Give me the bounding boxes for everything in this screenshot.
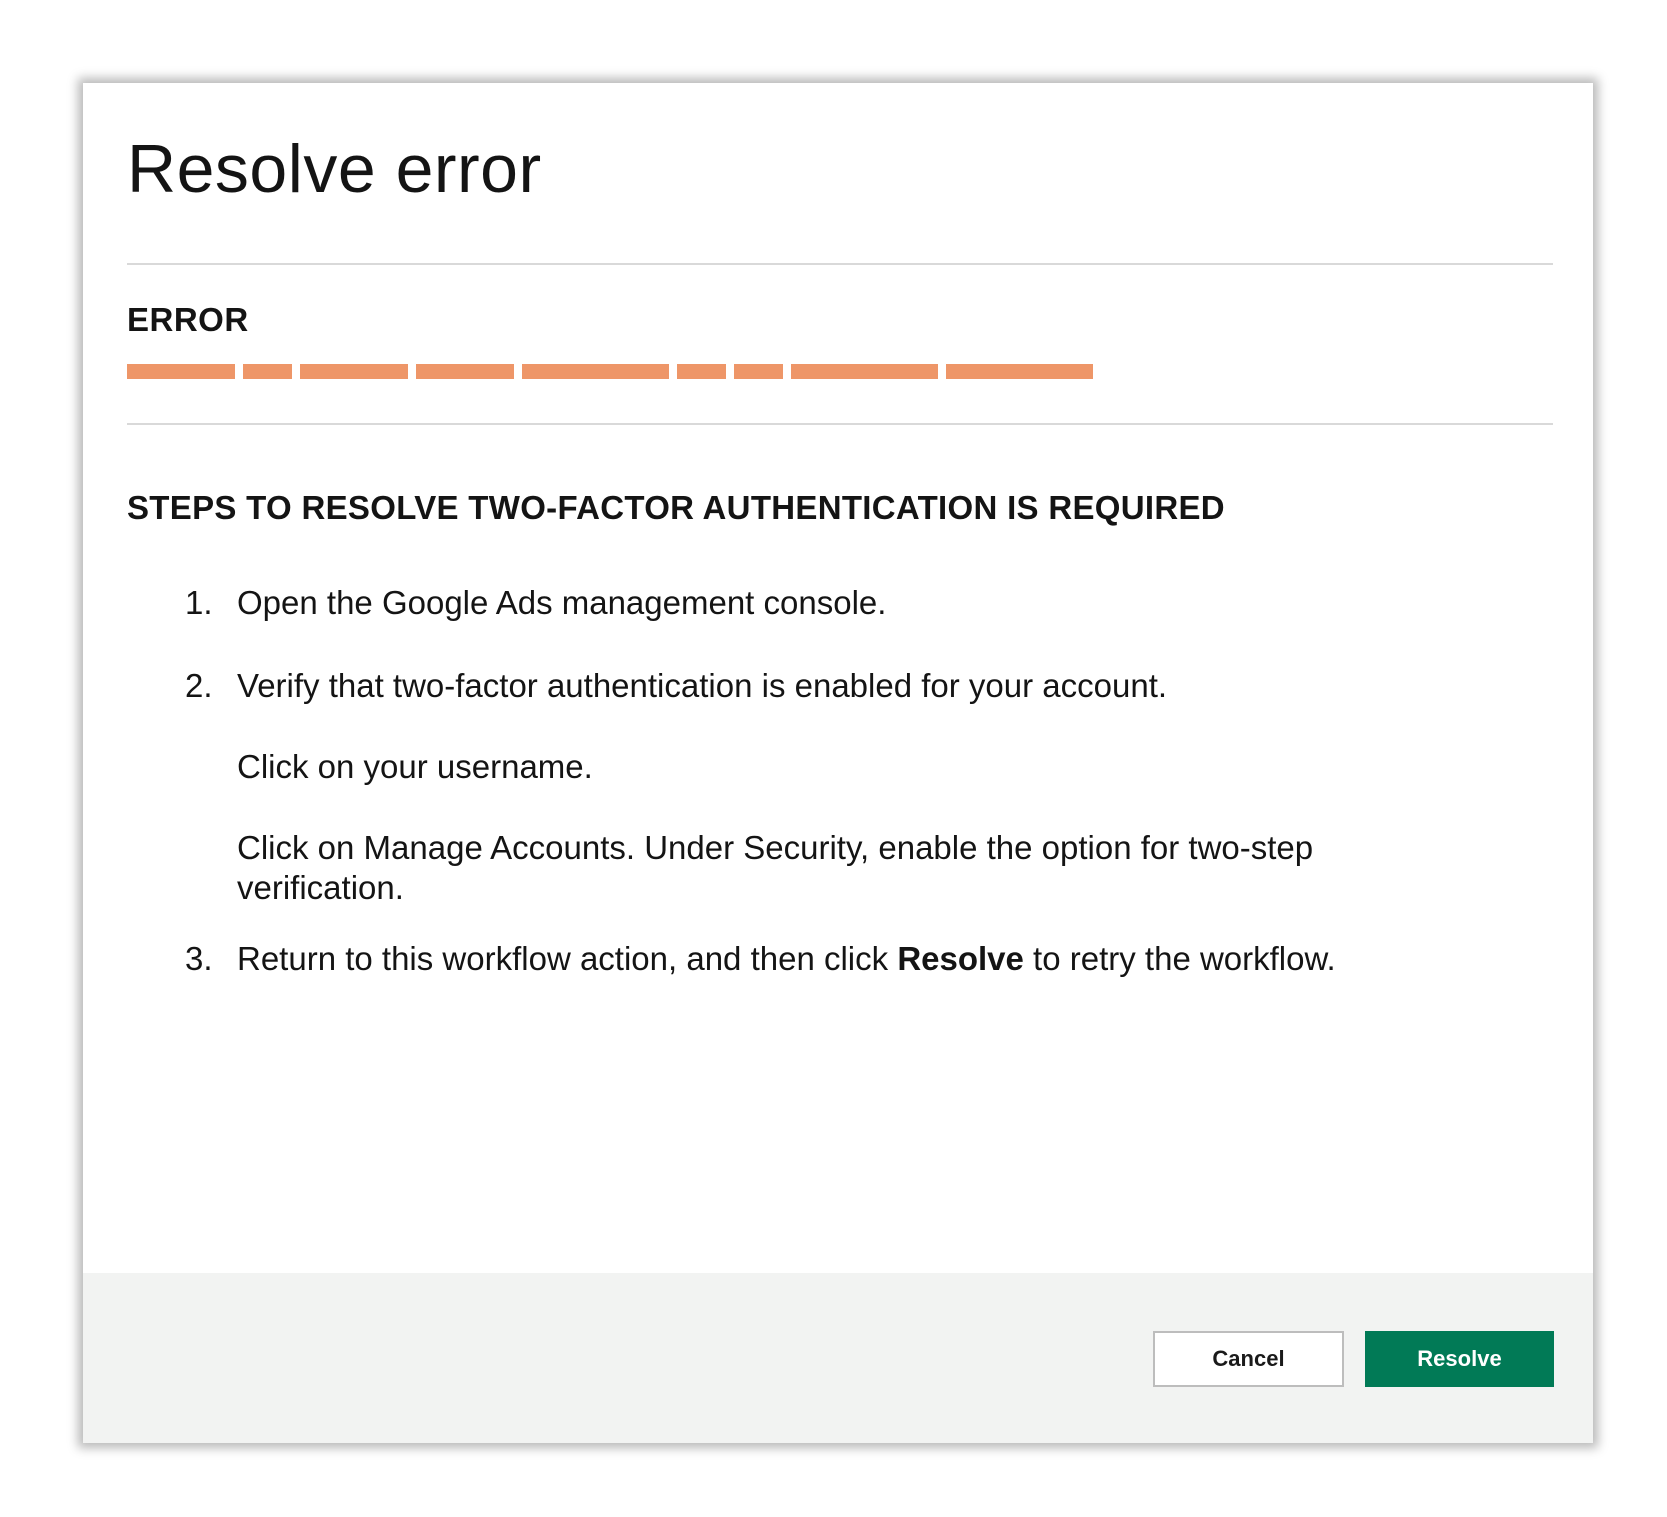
resolve-keyword: Resolve [897, 940, 1024, 977]
error-divider [127, 423, 1553, 425]
dialog-title: Resolve error [127, 131, 542, 207]
steps-list: 1. Open the Google Ads management consol… [127, 583, 1397, 979]
step-item: 3. Return to this workflow action, and t… [127, 939, 1397, 979]
redaction-segment [243, 364, 292, 379]
step-item: 1. Open the Google Ads management consol… [127, 583, 1397, 623]
step-substep: Click on your username. [237, 748, 593, 785]
step-substep: Click on Manage Accounts. Under Security… [237, 829, 1314, 906]
redaction-segment [300, 364, 408, 379]
resolve-error-dialog: Resolve error ERROR STEPS TO RESOLVE TWO… [83, 83, 1593, 1443]
redaction-segment [677, 364, 726, 379]
step-number: 3. [185, 940, 213, 977]
redaction-segment [127, 364, 235, 379]
redaction-segment [734, 364, 783, 379]
step-text: Open the Google Ads management console. [237, 584, 887, 621]
steps-heading: STEPS TO RESOLVE TWO-FACTOR AUTHENTICATI… [127, 489, 1225, 526]
redaction-segment [791, 364, 938, 379]
error-label: ERROR [127, 301, 249, 338]
redaction-segment [946, 364, 1093, 379]
step-text-part: Return to this workflow action, and then… [237, 940, 898, 977]
step-item: 2. Verify that two-factor authentication… [127, 666, 1397, 908]
title-divider [127, 263, 1553, 265]
resolve-button[interactable]: Resolve [1365, 1331, 1554, 1387]
redaction-segment [522, 364, 669, 379]
step-text: Verify that two-factor authentication is… [237, 667, 1168, 704]
redacted-error-message [127, 364, 1093, 379]
step-text-part: to retry the workflow. [1023, 940, 1336, 977]
step-number: 1. [185, 584, 213, 621]
step-text: Return to this workflow action, and then… [237, 939, 1397, 979]
redaction-segment [416, 364, 514, 379]
step-number: 2. [185, 667, 213, 704]
cancel-button[interactable]: Cancel [1153, 1331, 1344, 1387]
